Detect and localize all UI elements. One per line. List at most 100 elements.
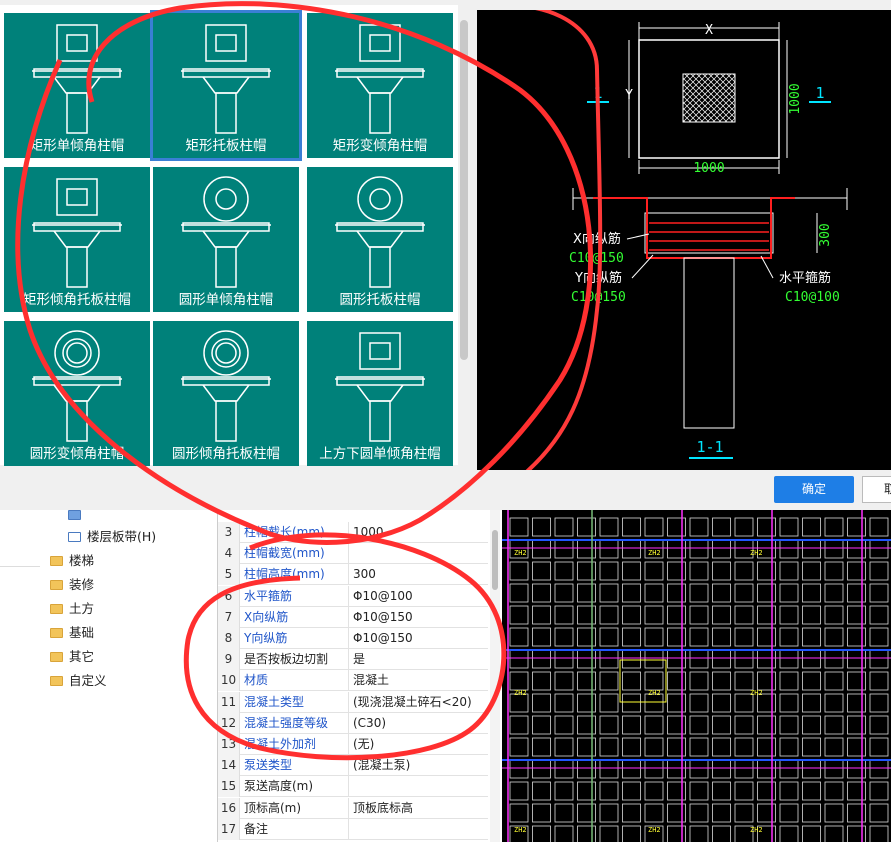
row-number: 15	[218, 776, 240, 798]
row-number: 13	[218, 734, 240, 755]
row-number: 3	[218, 522, 240, 543]
tree-item[interactable]: 基础	[50, 622, 94, 644]
cap-type-tile[interactable]: 矩形变倾角柱帽	[307, 13, 453, 158]
property-row[interactable]: 5 柱帽高度(mm) 300	[218, 564, 488, 586]
tree-item[interactable]: 土方	[50, 598, 94, 620]
gallery-scrollbar[interactable]	[458, 10, 470, 465]
property-scroll-thumb[interactable]	[492, 530, 498, 590]
property-value[interactable]: Φ10@150	[348, 628, 488, 649]
cap-type-tile[interactable]: 矩形托板柱帽	[150, 10, 302, 161]
column-label: ZH2	[750, 689, 763, 697]
tree-item[interactable]: 楼梯	[50, 550, 94, 572]
property-row[interactable]: 9 是否按板边切割 是	[218, 649, 488, 671]
ok-button[interactable]: 确定	[774, 476, 854, 503]
column-label: ZH2	[514, 549, 527, 557]
property-value[interactable]: Φ10@100	[348, 585, 488, 607]
property-grid: 3 柱帽截长(mm) 1000 4 柱帽截宽(mm) 5 柱帽高度(mm) 300 6 水平箍筋 Φ…	[217, 510, 500, 842]
property-scrollbar[interactable]	[490, 510, 500, 842]
cap-type-tile[interactable]: 上方下圆单倾角柱帽	[307, 321, 453, 466]
property-name: 是否按板边切割	[244, 652, 329, 667]
property-row[interactable]: 16 顶标高(m) 顶板底标高	[218, 797, 488, 819]
row-number: 9	[218, 649, 240, 671]
property-row[interactable]: 15 泵送高度(m)	[218, 776, 488, 798]
tile-label: 上方下圆单倾角柱帽	[319, 446, 441, 462]
cad-canvas[interactable]: ZH2 ZH2 ZH2 ZH2 ZH2 ZH2 ZH2 ZH2 ZH2	[502, 510, 891, 845]
property-name: Y向纵筋	[244, 631, 288, 645]
tile-label: 矩形变倾角柱帽	[332, 138, 428, 154]
cap-type-tile[interactable]: 圆形变倾角柱帽	[4, 321, 150, 466]
folder-icon	[50, 604, 63, 614]
tree-item[interactable]: 装修	[50, 574, 94, 596]
column-label: ZH2	[750, 549, 763, 557]
property-row[interactable]: 6 水平箍筋 Φ10@100	[218, 585, 488, 607]
cap-type-tile[interactable]: 矩形单倾角柱帽	[4, 13, 150, 158]
tree-item-label: 装修	[69, 577, 95, 592]
stirrup-label: 水平箍筋	[779, 270, 831, 286]
property-name: 水平箍筋	[244, 588, 293, 603]
tree-item-label: 基础	[69, 625, 95, 640]
folder-icon	[50, 676, 63, 686]
dim-bottom-label: 1000	[693, 161, 724, 176]
stirrup-spec: C10@100	[785, 290, 840, 305]
property-value[interactable]: 300	[348, 564, 488, 586]
gallery-scroll-thumb[interactable]	[460, 20, 468, 360]
tree-item-label: 其它	[69, 649, 95, 664]
property-name: 混凝土外加剂	[244, 737, 317, 751]
cap-type-tile[interactable]: 圆形单倾角柱帽	[153, 167, 299, 312]
tree-item-label: 自定义	[69, 673, 107, 688]
tree-item-partial[interactable]	[68, 504, 87, 526]
property-value[interactable]: 混凝土	[348, 670, 488, 692]
tree-item[interactable]: 其它	[50, 646, 94, 668]
cap-type-gallery: 矩形单倾角柱帽 矩形托板柱帽 矩形变倾角柱帽矩形倾角托板柱帽 圆形单倾角柱帽 圆形托板柱…	[0, 5, 458, 466]
property-row[interactable]: 14 泵送类型 (混凝土泵)	[218, 755, 488, 777]
property-value[interactable]: (无)	[348, 734, 488, 755]
property-name: 柱帽截长(mm)	[244, 525, 325, 539]
cap-type-tile[interactable]: 矩形倾角托板柱帽	[4, 167, 150, 312]
tile-label: 矩形倾角托板柱帽	[23, 292, 131, 308]
property-name: 泵送高度(m)	[244, 779, 314, 794]
cap-type-tile[interactable]: 圆形倾角托板柱帽	[153, 321, 299, 466]
tile-label: 圆形倾角托板柱帽	[172, 446, 280, 462]
tile-label: 圆形变倾角柱帽	[29, 446, 125, 462]
folder-icon	[50, 556, 63, 566]
cap-type-tile[interactable]: 圆形托板柱帽	[307, 167, 453, 312]
property-value[interactable]: (现浇混凝土碎石<20)	[348, 691, 488, 713]
folder-icon	[50, 580, 63, 590]
property-value[interactable]: Φ10@150	[348, 606, 488, 628]
property-row[interactable]: 13 混凝土外加剂 (无)	[218, 734, 488, 755]
property-name: 备注	[244, 821, 269, 836]
cancel-button[interactable]: 取	[862, 476, 891, 503]
property-row[interactable]: 3 柱帽截长(mm) 1000	[218, 522, 488, 543]
property-value[interactable]	[348, 776, 488, 798]
property-row[interactable]: 8 Y向纵筋 Φ10@150	[218, 628, 488, 649]
x-rebar-spec: C10@150	[569, 251, 624, 266]
property-value[interactable]: (混凝土泵)	[348, 755, 488, 777]
tree-item-label: 土方	[69, 601, 95, 616]
dim-right-label: 1000	[788, 83, 803, 114]
row-number: 12	[218, 712, 240, 734]
tree-divider	[0, 566, 40, 567]
property-value[interactable]	[348, 543, 488, 565]
property-value[interactable]	[348, 818, 488, 840]
tree-item[interactable]: 楼层板带(H)	[68, 526, 156, 548]
section-mark-right: 1	[815, 84, 824, 102]
property-value[interactable]: 1000	[348, 522, 488, 543]
property-row[interactable]: 10 材质 混凝土	[218, 670, 488, 692]
property-value[interactable]: (C30)	[348, 712, 488, 734]
folder-icon	[50, 652, 63, 662]
section-title: 1-1	[696, 438, 723, 456]
property-row[interactable]: 12 混凝土强度等级 (C30)	[218, 712, 488, 734]
preview-drawing: X Y 1000 1000 1 1 300 X向纵筋 C10@150 Y向纵筋 …	[486, 3, 848, 482]
property-row[interactable]: 4 柱帽截宽(mm)	[218, 543, 488, 565]
property-value[interactable]: 顶板底标高	[348, 797, 488, 819]
tile-label: 矩形单倾角柱帽	[29, 138, 125, 154]
tree-item[interactable]: 自定义	[50, 670, 107, 692]
property-row[interactable]: 11 混凝土类型 (现浇混凝土碎石<20)	[218, 691, 488, 713]
property-value[interactable]: 是	[348, 649, 488, 671]
row-number: 10	[218, 670, 240, 692]
property-row[interactable]: 7 X向纵筋 Φ10@150	[218, 606, 488, 628]
tile-label: 圆形单倾角柱帽	[178, 292, 274, 308]
property-row[interactable]: 17 备注	[218, 818, 488, 840]
column-label: ZH2	[648, 549, 661, 557]
property-name: 混凝土强度等级	[244, 715, 329, 730]
